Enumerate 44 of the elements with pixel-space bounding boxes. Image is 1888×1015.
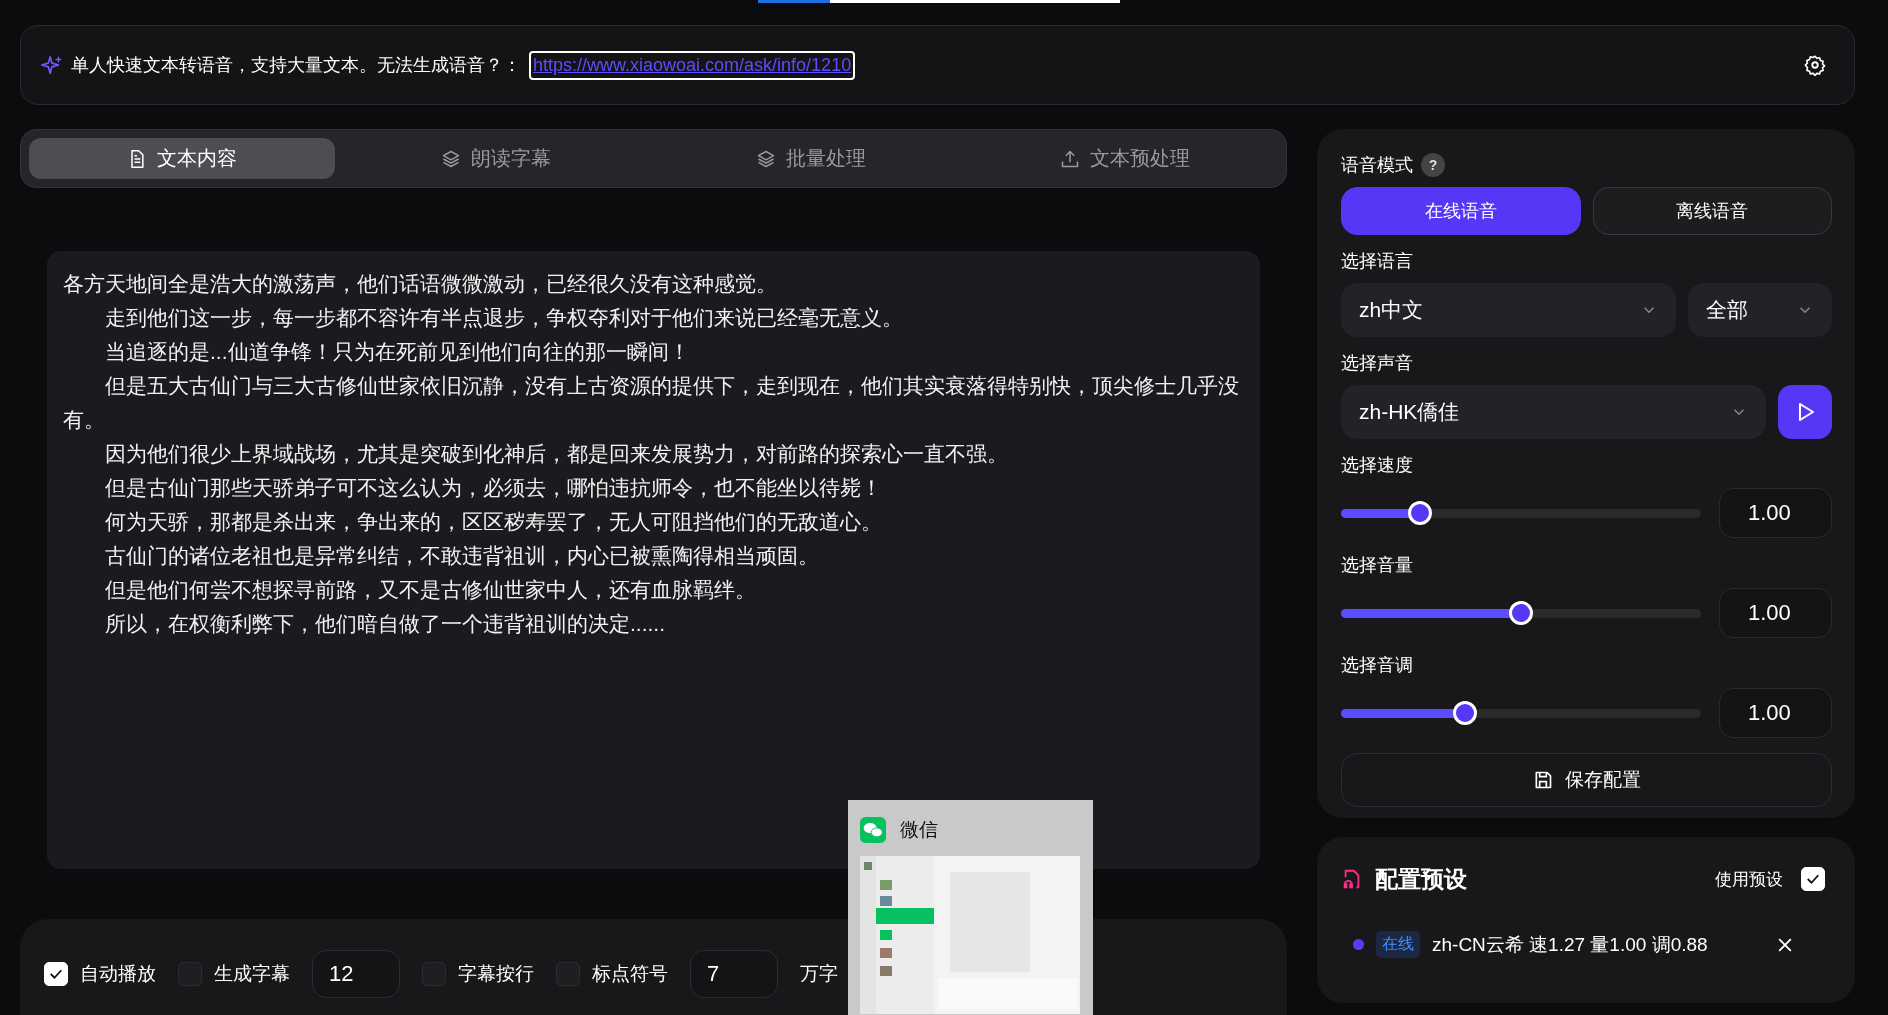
- field-label: 选择音量: [1341, 554, 1414, 577]
- checkbox-label: 标点符号: [592, 962, 668, 986]
- field-label: 选择语言: [1341, 250, 1414, 273]
- tab[interactable]: 文本预处理: [971, 138, 1278, 179]
- play-button[interactable]: [1778, 385, 1832, 439]
- unit-label: 万字: [800, 962, 838, 986]
- slider-thumb[interactable]: [1453, 701, 1478, 725]
- slider-thumb[interactable]: [1408, 501, 1433, 525]
- number-field[interactable]: 7: [690, 950, 778, 998]
- tab[interactable]: 批量处理: [657, 138, 964, 179]
- checkbox-label: 使用预设: [1715, 868, 1783, 891]
- panel-title: 配置预设: [1375, 864, 1467, 894]
- help-icon[interactable]: ?: [1421, 153, 1445, 177]
- value-field[interactable]: 1.00: [1719, 488, 1832, 538]
- chat-bubbles-icon: [860, 817, 886, 843]
- region-select[interactable]: 全部: [1688, 283, 1832, 337]
- settings-icon[interactable]: [1804, 54, 1826, 76]
- voice-select[interactable]: zh-HK僑佳: [1341, 385, 1766, 439]
- tab[interactable]: 朗读字幕: [343, 138, 650, 179]
- mode-tag: 在线: [1376, 931, 1420, 958]
- taskbar-preview[interactable]: 微信: [848, 800, 1093, 1015]
- slider-thumb[interactable]: [1509, 601, 1533, 625]
- upload-icon: [1059, 148, 1080, 169]
- field-label: 选择速度: [1341, 454, 1414, 477]
- sparkle-icon: [41, 54, 63, 76]
- checkbox-label: 生成字幕: [214, 962, 290, 986]
- value-field[interactable]: 1.00: [1719, 688, 1832, 738]
- field-label: 语音模式: [1341, 154, 1413, 177]
- number-field[interactable]: 12: [312, 950, 400, 998]
- save-button[interactable]: 保存配置: [1341, 753, 1832, 807]
- layers-icon: [441, 148, 462, 169]
- window-title: 微信: [900, 818, 938, 842]
- checkbox-label: 字幕按行: [458, 962, 534, 986]
- value-field[interactable]: 1.00: [1719, 588, 1832, 638]
- checkbox-label: 自动播放: [80, 962, 156, 986]
- mode-button[interactable]: 离线语音: [1592, 187, 1832, 235]
- mode-button[interactable]: 在线语音: [1341, 187, 1581, 235]
- banner-text: 单人快速文本转语音，支持大量文本。无法生成语音？：: [71, 54, 521, 77]
- layers-icon: [755, 148, 776, 169]
- preset-item[interactable]: zh-CN云希 速1.27 量1.00 调0.88: [1432, 931, 1708, 958]
- tab[interactable]: 文本内容: [29, 138, 336, 179]
- field-label: 选择音调: [1341, 654, 1414, 677]
- field-label: 选择声音: [1341, 352, 1414, 375]
- language-select[interactable]: zh中文: [1341, 283, 1676, 337]
